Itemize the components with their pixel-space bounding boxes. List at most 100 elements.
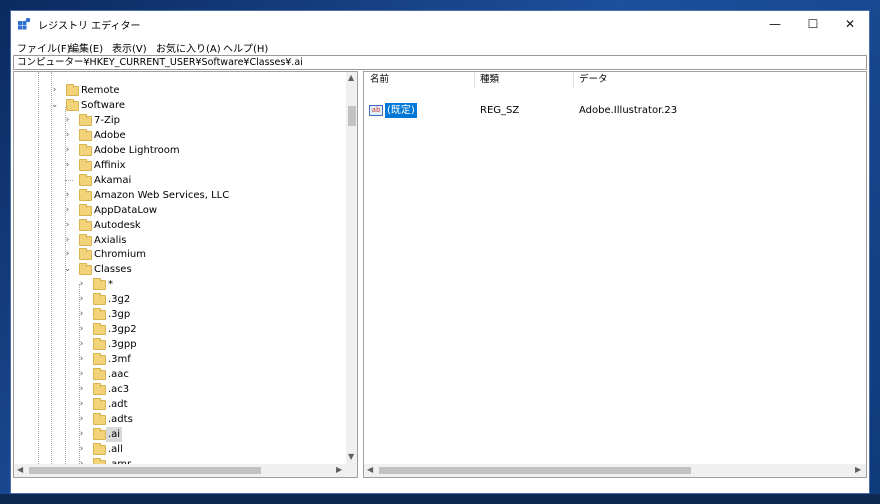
folder-icon [79, 233, 92, 246]
tree-node-label: Amazon Web Services, LLC [94, 189, 230, 201]
tree-node[interactable]: › 7-Zip [63, 113, 340, 128]
folder-icon [79, 188, 92, 201]
tree-vertical-scrollbar[interactable]: ▲ ▼ [346, 72, 357, 464]
tree-node[interactable]: › Remote [50, 83, 340, 98]
tree-guide-line [51, 72, 52, 464]
tree-node[interactable]: › .3gp2 [77, 322, 340, 337]
folder-icon [93, 412, 106, 425]
tree-node[interactable]: › .3g2 [77, 292, 340, 307]
tree-node-label: Remote [81, 85, 120, 96]
menu-view[interactable]: 表示(V) [112, 40, 147, 55]
value-list-pane[interactable]: 名前 種類 データ ab (既定) REG_SZ Adobe.Illustrat… [363, 71, 867, 478]
tree-node[interactable]: › .3gpp [77, 337, 340, 352]
tree-guide-line [79, 284, 80, 464]
value-data: Adobe.Illustrator.23 [579, 105, 678, 116]
menu-bar: ファイル(F) 編集(E) 表示(V) お気に入り(A) ヘルプ(H) [11, 37, 869, 55]
tree-node[interactable]: › .aac [77, 367, 340, 382]
folder-icon [79, 173, 92, 186]
list-hscroll-thumb[interactable] [379, 467, 691, 474]
tree-node-label: .aac [108, 369, 129, 381]
tree-node[interactable]: › AppDataLow [63, 203, 340, 218]
tree-node-label: AppDataLow [94, 204, 158, 216]
folder-icon [93, 397, 106, 410]
tree-node-label: Affinix [94, 159, 126, 171]
minimize-button[interactable]: — [758, 11, 792, 37]
folder-icon [93, 442, 106, 455]
folder-icon [93, 383, 106, 395]
key-tree-pane[interactable]: › Remote ⌄ Software › 7-Zip › Adobe › Adobe Light… [13, 71, 358, 478]
tree-node[interactable]: › .adt [77, 397, 340, 412]
close-button[interactable]: ✕ [833, 11, 867, 37]
tree-node[interactable]: › .3gp [77, 307, 340, 322]
tree-node[interactable]: ⌄ Software [50, 98, 340, 113]
maximize-button[interactable]: ☐ [796, 11, 830, 37]
scroll-up-arrow-icon[interactable]: ▲ [348, 73, 354, 82]
tree-node[interactable]: › Affinix [63, 158, 340, 173]
tree-node[interactable]: › Chromium [63, 247, 340, 262]
tree-node[interactable]: › Adobe [63, 128, 340, 143]
column-header-type[interactable]: 種類 [474, 72, 572, 88]
tree-node-label: .ac3 [108, 384, 130, 395]
tree-node[interactable]: › .all [77, 442, 340, 457]
registry-editor-window: レジストリ エディター — ☐ ✕ ファイル(F) 編集(E) 表示(V) お気… [10, 10, 870, 494]
column-header-data[interactable]: データ [573, 72, 773, 88]
folder-icon [93, 427, 106, 440]
tree-node-label: .ai [106, 426, 123, 442]
tree-node[interactable]: › Adobe Lightroom [63, 143, 340, 158]
tree-node[interactable]: ⌄ Classes [63, 262, 340, 277]
menu-help[interactable]: ヘルプ(H) [223, 40, 268, 55]
menu-edit[interactable]: 編集(E) [69, 40, 103, 55]
folder-icon [79, 248, 92, 261]
tree-node-label: .3gp2 [108, 324, 137, 336]
tree-node[interactable]: › Amazon Web Services, LLC [63, 188, 340, 203]
list-horizontal-scrollbar[interactable]: ◀ ▶ [364, 464, 866, 477]
tree-node[interactable]: › Axialis [63, 233, 340, 248]
tree-node[interactable]: › .adts [77, 412, 340, 427]
tree-node[interactable]: › * [77, 277, 340, 292]
folder-icon [79, 263, 92, 276]
tree-node-label: Classes [94, 264, 132, 276]
tree-node[interactable]: › .ai [77, 426, 340, 442]
scroll-left-arrow-icon[interactable]: ◀ [17, 465, 23, 474]
folder-icon [79, 113, 92, 126]
tree-node[interactable]: › .3mf [77, 352, 340, 367]
scroll-left-arrow-icon[interactable]: ◀ [367, 465, 373, 474]
tree-node-label: Akamai [94, 174, 132, 186]
column-header-name[interactable]: 名前 [364, 72, 470, 88]
value-row[interactable]: ab (既定) REG_SZ Adobe.Illustrator.23 [368, 103, 848, 118]
tree-node-label: * [108, 279, 113, 291]
scroll-right-arrow-icon[interactable]: ▶ [336, 465, 342, 474]
tree-guide-line [65, 107, 66, 464]
desktop-taskbar-edge [0, 494, 880, 504]
menu-favorites[interactable]: お気に入り(A) [156, 40, 221, 55]
folder-icon [93, 353, 106, 366]
tree-node-label: .3gp [108, 309, 131, 321]
tree-node[interactable]: Akamai [63, 173, 340, 188]
tree-node[interactable]: › Autodesk [63, 218, 340, 233]
tree-node-label: .adt [108, 398, 128, 410]
title-bar[interactable]: レジストリ エディター — ☐ ✕ [11, 11, 869, 37]
tree-hscroll-thumb[interactable] [29, 467, 261, 474]
tree-vscroll-thumb[interactable] [348, 106, 356, 126]
string-value-icon: ab [369, 105, 383, 116]
menu-file[interactable]: ファイル(F) [17, 40, 71, 55]
folder-icon [79, 128, 92, 141]
tree-node-label: .3mf [108, 354, 131, 366]
tree-node[interactable]: › .ac3 [77, 382, 340, 397]
tree-horizontal-scrollbar[interactable]: ◀ ▶ [14, 464, 346, 477]
scroll-down-arrow-icon[interactable]: ▼ [348, 452, 354, 461]
folder-icon [79, 143, 92, 156]
registry-editor-icon [18, 18, 31, 30]
address-bar[interactable]: コンピューター¥HKEY_CURRENT_USER¥Software¥Class… [13, 55, 867, 70]
tree-node-label: Software [81, 99, 126, 111]
tree-node-label: Adobe [94, 129, 126, 141]
folder-icon [93, 278, 106, 291]
folder-icon [93, 368, 106, 381]
tree-connector [65, 179, 73, 181]
tree-node-label: Chromium [94, 249, 146, 261]
value-type: REG_SZ [480, 105, 520, 116]
tree-node-label: Autodesk [94, 219, 141, 231]
window-title: レジストリ エディター [38, 21, 141, 32]
scroll-right-arrow-icon[interactable]: ▶ [855, 465, 861, 474]
folder-icon [93, 308, 106, 321]
